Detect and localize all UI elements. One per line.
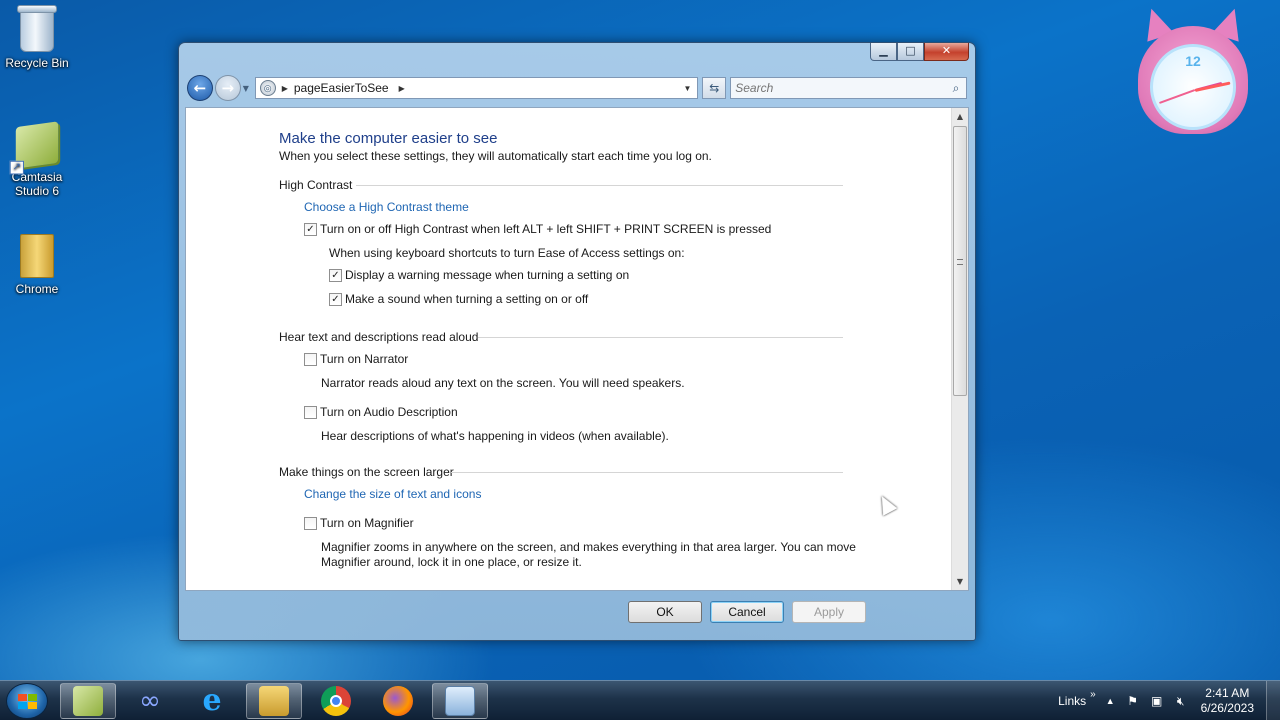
high-contrast-shortcut-label[interactable]: Turn on or off High Contrast when left A… xyxy=(320,222,771,236)
grip-icon xyxy=(957,259,963,265)
forward-button[interactable]: → xyxy=(214,75,241,101)
taskbar-infinity-app[interactable]: ∞ xyxy=(122,683,178,719)
breadcrumb-arrow-icon[interactable]: ▶ xyxy=(282,84,288,93)
choose-high-contrast-theme-link[interactable]: Choose a High Contrast theme xyxy=(304,200,469,214)
desktop-icon-label: Recycle Bin xyxy=(5,56,69,70)
page-title: Make the computer easier to see xyxy=(279,130,498,147)
section-title-screen-larger: Make things on the screen larger xyxy=(279,465,454,479)
address-bar[interactable]: ◎ ▶ pageEasierToSee ▶ ▼ xyxy=(254,77,699,99)
magnifier-checkbox[interactable] xyxy=(304,517,317,530)
clock-twelve-label: 12 xyxy=(1185,53,1201,69)
show-desktop-button[interactable] xyxy=(1266,681,1280,720)
internet-explorer-icon: e xyxy=(202,683,222,718)
warning-message-checkbox[interactable]: ✓ xyxy=(329,269,342,282)
recycle-bin-icon xyxy=(17,5,57,52)
refresh-button[interactable]: ⇆ xyxy=(702,77,727,99)
section-divider xyxy=(356,185,843,186)
taskbar-camtasia[interactable] xyxy=(60,683,116,719)
clock-gadget[interactable]: 12 xyxy=(1134,4,1252,134)
taskbar-firefox[interactable] xyxy=(370,683,426,719)
high-contrast-shortcut-checkbox[interactable]: ✓ xyxy=(304,223,317,236)
change-text-size-link[interactable]: Change the size of text and icons xyxy=(304,487,481,501)
network-icon[interactable]: ▣ xyxy=(1149,693,1165,709)
magnifier-description: Magnifier zooms in anywhere on the scree… xyxy=(321,540,856,569)
audio-description-label[interactable]: Turn on Audio Description xyxy=(320,405,458,419)
ease-of-access-window: ▁ □ ✕ ← → ▼ ◎ ▶ pageEasierToSee ▶ ▼ ⇆ ⌕ … xyxy=(178,42,976,641)
clock-time: 2:41 AM xyxy=(1205,686,1250,700)
recent-pages-dropdown[interactable]: ▼ xyxy=(243,84,253,93)
windows-logo-icon xyxy=(18,694,38,710)
sound-label[interactable]: Make a sound when turning a setting on o… xyxy=(345,292,588,306)
maximize-button[interactable]: □ xyxy=(897,43,924,61)
second-hand xyxy=(1158,89,1196,104)
desktop-icon-recycle-bin[interactable]: Recycle Bin xyxy=(0,5,74,70)
breadcrumb-page[interactable]: pageEasierToSee xyxy=(294,81,389,95)
scrollbar-thumb[interactable] xyxy=(953,126,967,396)
vertical-scrollbar[interactable]: ▲ ▼ xyxy=(951,108,968,590)
navigation-bar: ← → ▼ ◎ ▶ pageEasierToSee ▶ ▼ ⇆ ⌕ xyxy=(187,73,968,103)
search-box: ⌕ xyxy=(730,77,968,99)
section-title-high-contrast: High Contrast xyxy=(279,178,353,192)
close-button[interactable]: ✕ xyxy=(924,43,969,61)
settings-content: Make the computer easier to see When you… xyxy=(185,107,969,591)
links-toolbar[interactable]: Links xyxy=(1058,694,1086,708)
desktop-icon-label: Chrome xyxy=(15,282,59,296)
taskbar-chrome[interactable] xyxy=(308,683,364,719)
refresh-icon: ⇆ xyxy=(709,81,720,95)
audio-description-checkbox[interactable] xyxy=(304,406,317,419)
forward-arrow-icon: → xyxy=(221,79,235,97)
dialog-button-row: OK Cancel Apply xyxy=(185,593,969,633)
section-title-hear-text: Hear text and descriptions read aloud xyxy=(279,330,479,344)
section-divider xyxy=(451,472,843,473)
clock-face: 12 xyxy=(1150,44,1236,130)
cancel-button[interactable]: Cancel xyxy=(710,601,784,623)
desktop-icon-camtasia[interactable]: ↗ Camtasia Studio 6 xyxy=(0,121,74,198)
search-input[interactable] xyxy=(735,81,947,95)
narrator-label[interactable]: Turn on Narrator xyxy=(320,352,408,366)
section-divider xyxy=(478,337,843,338)
chrome-icon xyxy=(321,686,351,716)
back-button[interactable]: ← xyxy=(187,75,213,101)
start-button[interactable] xyxy=(6,683,48,719)
camtasia-icon xyxy=(73,686,103,716)
camtasia-icon: ↗ xyxy=(9,121,59,175)
minimize-button[interactable]: ▁ xyxy=(870,43,897,61)
control-panel-icon xyxy=(445,686,475,716)
back-arrow-icon: ← xyxy=(193,79,207,97)
folder-icon xyxy=(259,686,289,716)
warning-message-label[interactable]: Display a warning message when turning a… xyxy=(345,268,629,282)
infinity-icon: ∞ xyxy=(139,686,161,716)
ok-button[interactable]: OK xyxy=(628,601,702,623)
caption-buttons: ▁ □ ✕ xyxy=(870,43,969,61)
desktop-icon-chrome[interactable]: Chrome xyxy=(0,234,74,296)
narrator-checkbox[interactable] xyxy=(304,353,317,366)
taskbar-control-panel[interactable] xyxy=(432,683,488,719)
show-hidden-icons-icon[interactable]: ▲ xyxy=(1106,696,1115,706)
narrator-description: Narrator reads aloud any text on the scr… xyxy=(321,376,685,390)
magnifier-label[interactable]: Turn on Magnifier xyxy=(320,516,414,530)
scroll-down-icon[interactable]: ▼ xyxy=(952,573,968,590)
keyboard-shortcuts-label: When using keyboard shortcuts to turn Ea… xyxy=(329,246,685,260)
control-panel-icon: ◎ xyxy=(259,80,276,96)
taskbar-file-explorer[interactable] xyxy=(246,683,302,719)
system-tray: Links » ▲ ⚑ ▣ 🔇︎ 2:41 AM 6/26/2023 xyxy=(1058,681,1280,720)
apply-button[interactable]: Apply xyxy=(792,601,866,623)
taskbar: ∞ e Links » ▲ ⚑ ▣ 🔇︎ 2:41 AM 6/26/2023 xyxy=(0,680,1280,720)
action-center-icon[interactable]: ⚑ xyxy=(1125,693,1141,709)
sound-checkbox[interactable]: ✓ xyxy=(329,293,342,306)
scroll-up-icon[interactable]: ▲ xyxy=(952,108,968,125)
links-chevron-icon[interactable]: » xyxy=(1090,689,1096,700)
address-dropdown-icon[interactable]: ▼ xyxy=(683,84,691,93)
system-clock[interactable]: 2:41 AM 6/26/2023 xyxy=(1201,686,1254,716)
volume-muted-icon[interactable]: 🔇︎ xyxy=(1173,693,1189,709)
breadcrumb-arrow-icon[interactable]: ▶ xyxy=(399,84,405,93)
page-subtitle: When you select these settings, they wil… xyxy=(279,149,712,163)
taskbar-internet-explorer[interactable]: e xyxy=(184,683,240,719)
clock-date: 6/26/2023 xyxy=(1200,701,1254,715)
audio-description-text: Hear descriptions of what's happening in… xyxy=(321,429,669,443)
firefox-icon xyxy=(383,686,413,716)
folder-icon xyxy=(20,234,54,278)
search-icon[interactable]: ⌕ xyxy=(946,81,966,96)
